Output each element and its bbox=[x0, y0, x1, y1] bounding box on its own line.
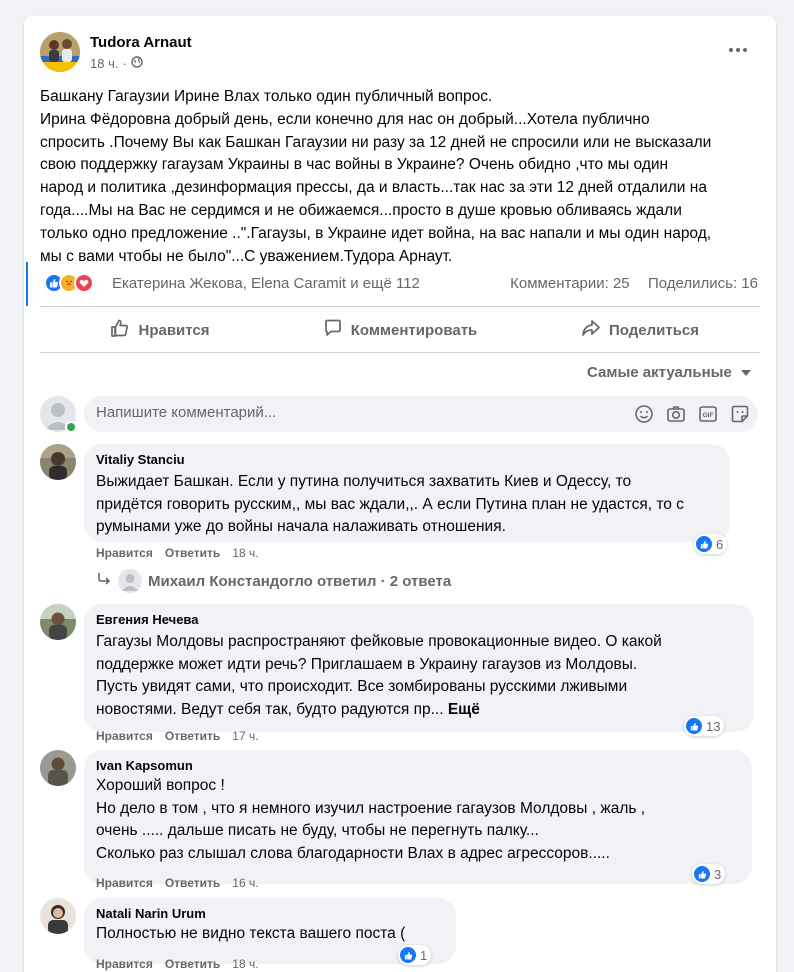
comment-reply-link[interactable]: Ответить bbox=[165, 546, 220, 560]
reactions-row: Екатерина Жекова, Elena Caramit и ещё 11… bbox=[44, 273, 764, 295]
post-line: Ирина Фёдоровна добрый день, если конечн… bbox=[40, 110, 650, 128]
reply-arrow-icon bbox=[96, 571, 112, 591]
comment-like-link[interactable]: Нравится bbox=[96, 876, 153, 890]
love-icon bbox=[74, 273, 94, 293]
comment-author[interactable]: Евгения Нечева bbox=[96, 612, 742, 627]
comment-time[interactable]: 16 ч. bbox=[232, 876, 258, 890]
globe-icon bbox=[131, 56, 143, 71]
gif-icon[interactable]: GIF bbox=[698, 404, 718, 429]
share-icon bbox=[581, 318, 601, 342]
comment-avatar[interactable] bbox=[40, 750, 76, 786]
comment-text: Хороший вопрос ! Но дело в том , что я н… bbox=[96, 777, 646, 862]
post-line: Башкану Гагаузии Ирине Влах только один … bbox=[40, 88, 493, 105]
camera-icon[interactable] bbox=[666, 404, 686, 429]
post-line: года....Мы на Вас не сердимся и не обижа… bbox=[40, 201, 682, 219]
comment-reply-link[interactable]: Ответить bbox=[165, 729, 220, 743]
like-icon bbox=[696, 536, 712, 552]
comment-like-link[interactable]: Нравится bbox=[96, 957, 153, 971]
comment-time[interactable]: 18 ч. bbox=[232, 546, 258, 560]
thumbs-up-icon bbox=[110, 318, 130, 342]
comment-like-link[interactable]: Нравится bbox=[96, 546, 153, 560]
comment-reaction-count[interactable]: 1 bbox=[398, 945, 432, 965]
comment-avatar[interactable] bbox=[40, 898, 76, 934]
share-button[interactable]: Поделиться bbox=[520, 312, 760, 348]
comment-icon bbox=[323, 318, 343, 342]
post-line: свою поддержку гагаузам Украины в час во… bbox=[40, 156, 669, 174]
comment-reply-link[interactable]: Ответить bbox=[165, 876, 220, 890]
more-options-button[interactable] bbox=[724, 40, 752, 60]
post-line: мы с вами чтобы не было"...С уважением.Т… bbox=[40, 247, 453, 265]
post-line: народ и политика ,дезинформация прессы, … bbox=[40, 179, 707, 197]
like-icon bbox=[694, 866, 710, 882]
shares-count[interactable]: Поделились: 16 bbox=[648, 275, 758, 292]
comment-reaction-count[interactable]: 3 bbox=[692, 864, 726, 884]
comment-bubble: Евгения Нечева Гагаузы Молдовы распростр… bbox=[84, 604, 754, 732]
comment-author[interactable]: Natali Narin Urum bbox=[96, 906, 444, 921]
comment-reply-link[interactable]: Ответить bbox=[165, 957, 220, 971]
comment-button[interactable]: Комментировать bbox=[280, 312, 520, 348]
comment-time[interactable]: 18 ч. bbox=[232, 957, 258, 971]
divider bbox=[40, 306, 760, 307]
comment-avatar[interactable] bbox=[40, 604, 76, 640]
view-replies[interactable]: Михаил Констандогло ответил · 2 ответа bbox=[96, 569, 451, 593]
reaction-icons[interactable] bbox=[44, 273, 94, 293]
comment-text: Выжидает Башкан. Если у путина получитьс… bbox=[96, 473, 684, 535]
comment-bubble: Vitaliy Stanciu Выжидает Башкан. Если у … bbox=[84, 444, 730, 542]
comment-meta: Нравится Ответить 16 ч. bbox=[96, 876, 259, 890]
comments-count[interactable]: Комментарии: 25 bbox=[510, 275, 630, 292]
svg-text:GIF: GIF bbox=[703, 412, 714, 419]
post-text: Башкану Гагаузии Ирине Влах только один … bbox=[40, 86, 764, 268]
comment-composer: GIF bbox=[84, 396, 758, 432]
emoji-icon[interactable] bbox=[634, 404, 654, 429]
comment-author[interactable]: Vitaliy Stanciu bbox=[96, 452, 718, 467]
comment-meta: Нравится Ответить 17 ч. bbox=[96, 729, 259, 743]
comment-reaction-count[interactable]: 13 bbox=[684, 716, 725, 736]
comment-meta: Нравится Ответить 18 ч. bbox=[96, 957, 259, 971]
post-line: спросить .Почему Вы как Башкан Гагаузии … bbox=[40, 133, 712, 151]
comment-author[interactable]: Ivan Kapsomun bbox=[96, 758, 740, 773]
composer-icons: GIF bbox=[634, 404, 750, 429]
sort-dropdown[interactable]: Самые актуальные bbox=[587, 364, 752, 381]
comment-time[interactable]: 17 ч. bbox=[232, 729, 258, 743]
post-meta: 18 ч. · bbox=[90, 56, 143, 71]
post-card: Tudora Arnaut 18 ч. · Башкану Гагаузии И… bbox=[24, 16, 776, 972]
reply-avatar bbox=[118, 569, 142, 593]
comment-bubble: Ivan Kapsomun Хороший вопрос ! Но дело в… bbox=[84, 750, 752, 884]
post-stats: Комментарии: 25 Поделились: 16 bbox=[510, 275, 758, 292]
reaction-names[interactable]: Екатерина Жекова, Elena Caramit и ещё 11… bbox=[112, 275, 420, 292]
focus-indicator bbox=[26, 262, 28, 306]
comment-meta: Нравится Ответить 18 ч. bbox=[96, 546, 259, 560]
comment-avatar[interactable] bbox=[40, 444, 76, 480]
sticker-icon[interactable] bbox=[730, 404, 750, 429]
like-button[interactable]: Нравится bbox=[40, 312, 280, 348]
online-status-dot bbox=[65, 421, 77, 433]
comment-text: Гагаузы Молдовы распространяют фейковые … bbox=[96, 633, 662, 718]
action-bar: Нравится Комментировать Поделиться bbox=[40, 312, 760, 348]
like-icon bbox=[686, 718, 702, 734]
post-line: только одно предложение ..".Гагаузы, в У… bbox=[40, 224, 712, 242]
author-avatar[interactable] bbox=[40, 32, 80, 72]
like-icon bbox=[400, 947, 416, 963]
post-time[interactable]: 18 ч. bbox=[90, 56, 118, 71]
see-more-link[interactable]: Ещё bbox=[448, 701, 480, 718]
caret-down-icon bbox=[740, 364, 752, 381]
comment-reaction-count[interactable]: 6 bbox=[694, 534, 728, 554]
author-name[interactable]: Tudora Arnaut bbox=[90, 34, 192, 51]
comment-text: Полностью не видно текста вашего поста ( bbox=[96, 925, 406, 942]
divider bbox=[40, 352, 760, 353]
comment-input[interactable] bbox=[96, 404, 616, 421]
comment-like-link[interactable]: Нравится bbox=[96, 729, 153, 743]
